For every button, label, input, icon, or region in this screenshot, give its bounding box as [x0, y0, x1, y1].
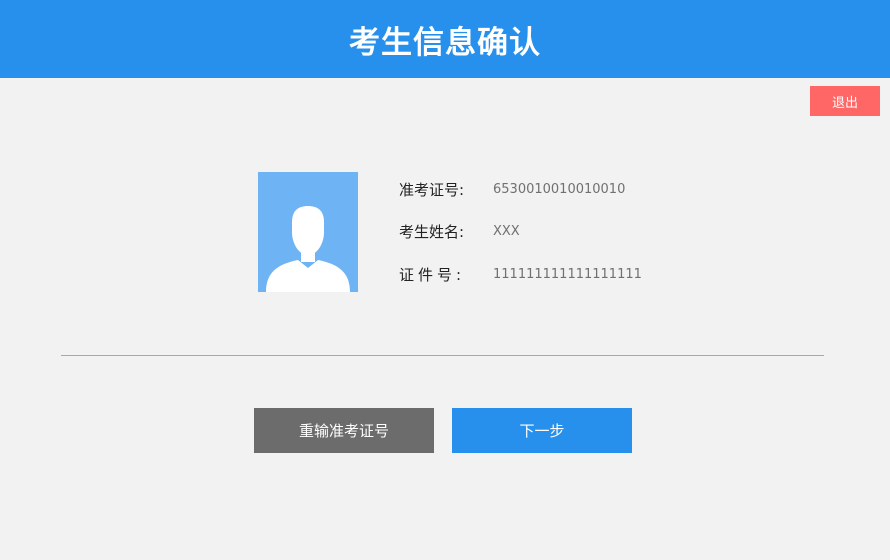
exit-button[interactable]: 退出: [810, 86, 880, 116]
reenter-admission-number-button[interactable]: 重输准考证号: [254, 408, 434, 453]
admission-number-value: 6530010010010010: [493, 181, 626, 197]
candidate-name-value: XXX: [493, 223, 520, 239]
candidate-photo: [258, 172, 358, 292]
header-bar: 考生信息确认: [0, 0, 890, 78]
divider: [61, 355, 824, 356]
candidate-name-label: 考生姓名:: [399, 222, 465, 241]
info-row-admission-number: 准考证号: 6530010010010010: [399, 178, 625, 200]
id-number-value: 111111111111111111: [493, 266, 642, 282]
user-silhouette-icon: [266, 206, 350, 292]
info-row-id-number: 证件号: 111111111111111111: [399, 263, 642, 285]
id-number-label: 证件号:: [399, 265, 466, 284]
next-step-button[interactable]: 下一步: [452, 408, 632, 453]
admission-number-label: 准考证号:: [399, 180, 465, 199]
page-title: 考生信息确认: [349, 24, 541, 61]
info-row-candidate-name: 考生姓名: XXX: [399, 220, 520, 242]
